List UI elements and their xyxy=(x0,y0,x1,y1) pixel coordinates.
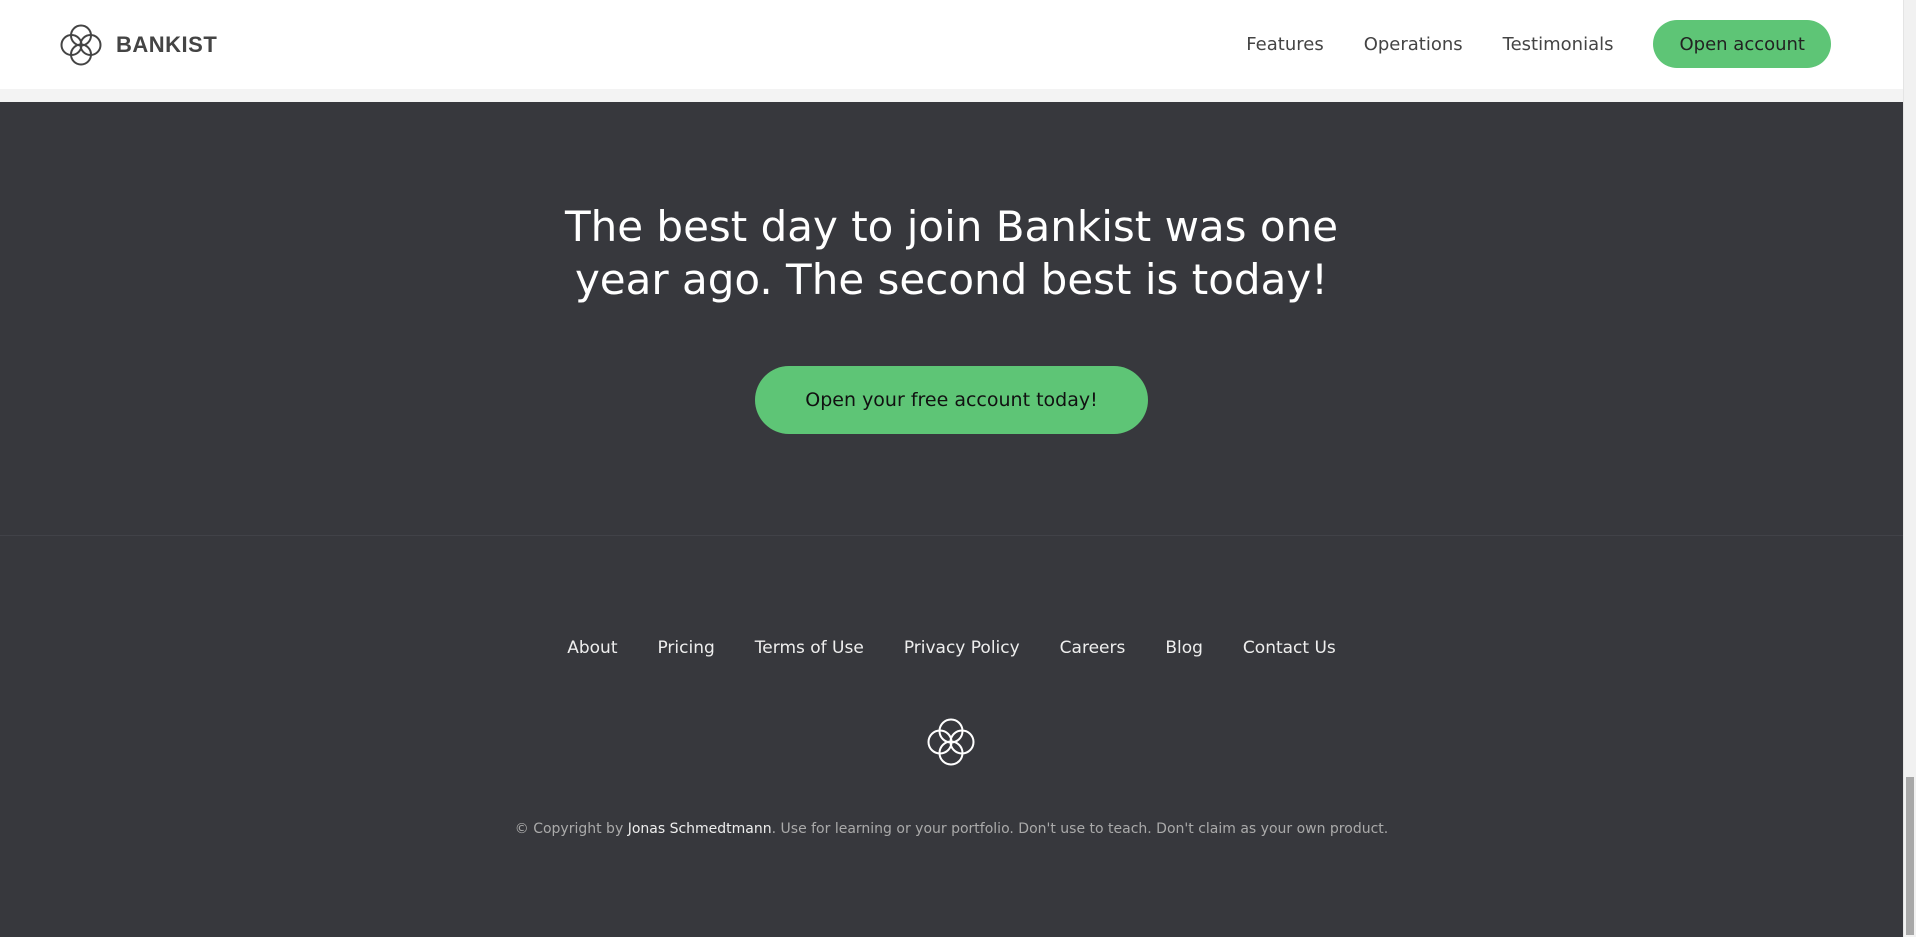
brand-logo[interactable]: BANKIST xyxy=(58,22,217,68)
header-bottom-strip xyxy=(0,89,1903,102)
brand-name: BANKIST xyxy=(116,32,218,57)
footer-link-careers[interactable]: Careers xyxy=(1060,638,1126,658)
section-divider xyxy=(0,535,1903,536)
open-account-button[interactable]: Open account xyxy=(1653,20,1831,68)
footer-link-terms[interactable]: Terms of Use xyxy=(755,638,864,658)
header: BANKIST Features Operations Testimonials… xyxy=(0,0,1903,89)
copyright-author-link[interactable]: Jonas Schmedtmann xyxy=(628,821,772,837)
bankist-logo-icon xyxy=(60,24,102,66)
footer-link-blog[interactable]: Blog xyxy=(1165,638,1203,658)
nav-operations-link[interactable]: Operations xyxy=(1364,34,1463,55)
nav-features-link[interactable]: Features xyxy=(1246,34,1323,55)
footer-link-privacy[interactable]: Privacy Policy xyxy=(904,638,1020,658)
footer-link-contact[interactable]: Contact Us xyxy=(1243,638,1336,658)
page-scrollbar[interactable] xyxy=(1903,0,1916,937)
scrollbar-thumb[interactable] xyxy=(1906,777,1914,935)
footer-nav: About Pricing Terms of Use Privacy Polic… xyxy=(0,638,1903,658)
nav-testimonials-link[interactable]: Testimonials xyxy=(1503,34,1614,55)
copyright-notice: © Copyright by Jonas Schmedtmann. Use fo… xyxy=(0,821,1903,837)
main-nav: Features Operations Testimonials Open ac… xyxy=(1206,20,1831,68)
open-free-account-button[interactable]: Open your free account today! xyxy=(755,366,1148,434)
cta-heading: The best day to join Bankist was one yea… xyxy=(0,200,1903,306)
cta-heading-line-1: The best day to join Bankist was one xyxy=(564,202,1339,251)
page: BANKIST Features Operations Testimonials… xyxy=(0,0,1916,937)
bankist-logo-icon xyxy=(927,718,975,766)
footer-link-pricing[interactable]: Pricing xyxy=(657,638,714,658)
copyright-suffix: . Use for learning or your portfolio. Do… xyxy=(771,821,1389,837)
footer-logo xyxy=(925,716,977,772)
copyright-prefix: © Copyright by xyxy=(514,821,628,837)
cta-heading-line-2: year ago. The second best is today! xyxy=(574,255,1329,304)
footer-link-about[interactable]: About xyxy=(567,638,617,658)
